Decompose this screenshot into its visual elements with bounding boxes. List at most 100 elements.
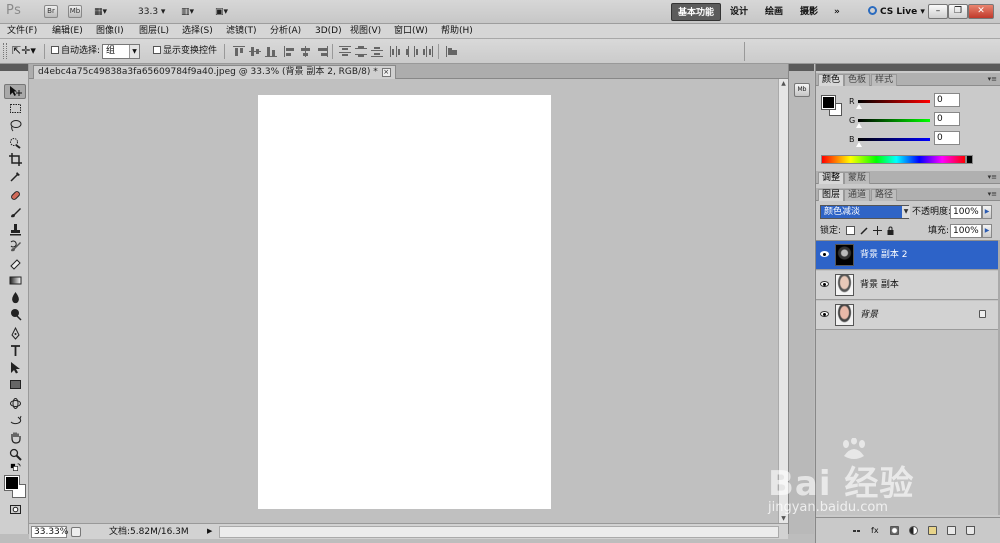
- close-window-button[interactable]: ✕: [968, 4, 994, 19]
- align-top-edges-icon[interactable]: [233, 46, 245, 57]
- green-slider[interactable]: [858, 119, 930, 122]
- zoom-input[interactable]: 33.33%: [31, 526, 68, 538]
- panel-menu-icon[interactable]: ▾≡: [988, 173, 997, 181]
- visibility-eye-icon[interactable]: [820, 311, 829, 317]
- distribute-vertical-centers-icon[interactable]: [355, 46, 367, 57]
- menu-layer[interactable]: 图层(L): [139, 25, 169, 38]
- move-tool-icon[interactable]: [4, 84, 26, 99]
- new-layer-icon[interactable]: [947, 526, 956, 535]
- quick-mask-icon[interactable]: [4, 502, 26, 517]
- distribute-right-edges-icon[interactable]: [422, 46, 434, 57]
- workspace-essentials-button[interactable]: 基本功能: [671, 3, 722, 21]
- auto-select-target-dropdown[interactable]: 组 ▼: [102, 44, 140, 59]
- history-brush-tool-icon[interactable]: [4, 239, 26, 254]
- distribute-horizontal-centers-icon[interactable]: [406, 46, 418, 57]
- canvas-area[interactable]: [29, 79, 778, 523]
- document-profile-icon[interactable]: [71, 527, 81, 537]
- tab-paths[interactable]: 路径: [871, 189, 898, 201]
- align-right-edges-icon[interactable]: [316, 46, 328, 57]
- minimize-button[interactable]: –: [928, 4, 948, 19]
- minibridge-launch-icon[interactable]: Mb: [68, 5, 82, 18]
- menu-analysis[interactable]: 分析(A): [270, 25, 301, 38]
- add-mask-icon[interactable]: [890, 526, 899, 535]
- blue-slider-knob[interactable]: [856, 142, 862, 147]
- default-colors-icon[interactable]: [4, 462, 26, 474]
- arrange-documents-dropdown[interactable]: ▥▾: [181, 4, 194, 20]
- hand-tool-icon[interactable]: [4, 430, 26, 445]
- quick-selection-tool-icon[interactable]: [4, 135, 26, 150]
- green-slider-knob[interactable]: [856, 123, 862, 128]
- options-bar-grip[interactable]: [3, 43, 7, 59]
- visibility-eye-icon[interactable]: [820, 251, 829, 257]
- new-adjustment-layer-icon[interactable]: [909, 526, 918, 535]
- 3d-rotate-tool-icon[interactable]: [4, 396, 26, 411]
- menu-3d[interactable]: 3D(D): [315, 25, 342, 38]
- lock-all-icon[interactable]: [886, 226, 895, 235]
- layer-row[interactable]: 背景 副本: [816, 271, 998, 300]
- tab-adjustments[interactable]: 调整: [818, 172, 845, 184]
- distribute-left-edges-icon[interactable]: [390, 46, 402, 57]
- screen-mode-dropdown[interactable]: ▣▾: [215, 4, 228, 20]
- link-layers-icon[interactable]: [852, 526, 861, 535]
- zoom-tool-icon[interactable]: [4, 447, 26, 462]
- red-value-input[interactable]: 0: [934, 93, 960, 107]
- align-left-edges-icon[interactable]: [284, 46, 296, 57]
- distribute-top-edges-icon[interactable]: [339, 46, 351, 57]
- tab-styles[interactable]: 样式: [871, 74, 898, 86]
- eraser-tool-icon[interactable]: [4, 256, 26, 271]
- menu-image[interactable]: 图像(I): [96, 25, 124, 38]
- document-canvas[interactable]: [258, 95, 551, 509]
- tools-panel-header[interactable]: [0, 64, 28, 71]
- layer-name[interactable]: 背景: [860, 309, 878, 321]
- tab-layers[interactable]: 图层: [818, 189, 845, 201]
- tab-masks[interactable]: 蒙版: [844, 172, 871, 184]
- menu-help[interactable]: 帮助(H): [441, 25, 473, 38]
- align-horizontal-centers-icon[interactable]: [300, 46, 312, 57]
- lock-transparent-pixels-icon[interactable]: [846, 226, 855, 235]
- layer-style-icon[interactable]: fx: [871, 526, 880, 535]
- panels-header[interactable]: [816, 64, 1000, 71]
- menu-select[interactable]: 选择(S): [182, 25, 213, 38]
- horizontal-scrollbar[interactable]: [219, 526, 779, 538]
- distribute-bottom-edges-icon[interactable]: [371, 46, 383, 57]
- lasso-tool-icon[interactable]: [4, 118, 26, 133]
- vertical-scrollbar[interactable]: ▲ ▼: [778, 79, 788, 523]
- tab-color[interactable]: 颜色: [818, 74, 845, 86]
- brush-tool-icon[interactable]: [4, 205, 26, 220]
- fill-slider-arrow-icon[interactable]: ▶: [982, 224, 992, 238]
- layer-row[interactable]: 背景 副本 2: [816, 241, 998, 270]
- restore-button[interactable]: ❐: [948, 4, 968, 19]
- 3d-orbit-tool-icon[interactable]: [4, 413, 26, 428]
- more-workspaces-button[interactable]: »: [828, 3, 846, 21]
- scroll-up-icon[interactable]: ▲: [779, 79, 788, 88]
- workspace-painting-button[interactable]: 绘画: [759, 3, 789, 21]
- black-swatch[interactable]: [966, 155, 973, 164]
- bridge-launch-icon[interactable]: Br: [44, 5, 58, 18]
- cs-live-button[interactable]: CS Live ▾: [868, 4, 925, 20]
- visibility-eye-icon[interactable]: [820, 281, 829, 287]
- green-value-input[interactable]: 0: [934, 112, 960, 126]
- layer-row[interactable]: 背景: [816, 301, 998, 330]
- menu-file[interactable]: 文件(F): [7, 25, 37, 38]
- pen-tool-icon[interactable]: [4, 326, 26, 341]
- color-spectrum-ramp[interactable]: [821, 155, 966, 164]
- panel-menu-icon[interactable]: ▾≡: [988, 190, 997, 198]
- align-vertical-centers-icon[interactable]: [249, 46, 261, 57]
- lock-image-pixels-icon[interactable]: [860, 226, 869, 235]
- tool-preset-picker[interactable]: ⇱✛▾: [12, 44, 36, 57]
- auto-align-layers-icon[interactable]: [446, 46, 458, 57]
- spot-healing-brush-tool-icon[interactable]: [4, 188, 26, 203]
- opacity-slider-arrow-icon[interactable]: ▶: [982, 205, 992, 219]
- panel-menu-icon[interactable]: ▾≡: [988, 75, 997, 83]
- menu-filter[interactable]: 滤镜(T): [226, 25, 257, 38]
- red-slider-knob[interactable]: [856, 104, 862, 109]
- crop-tool-icon[interactable]: [4, 152, 26, 167]
- scroll-down-icon[interactable]: ▼: [779, 514, 788, 523]
- dock-header[interactable]: [789, 64, 814, 71]
- foreground-color-swatch[interactable]: [821, 95, 836, 110]
- zoom-level-dropdown[interactable]: 33.3 ▾: [138, 4, 165, 20]
- dodge-tool-icon[interactable]: [4, 307, 26, 322]
- workspace-design-button[interactable]: 设计: [724, 3, 754, 21]
- red-slider[interactable]: [858, 100, 930, 103]
- type-tool-icon[interactable]: [4, 343, 26, 358]
